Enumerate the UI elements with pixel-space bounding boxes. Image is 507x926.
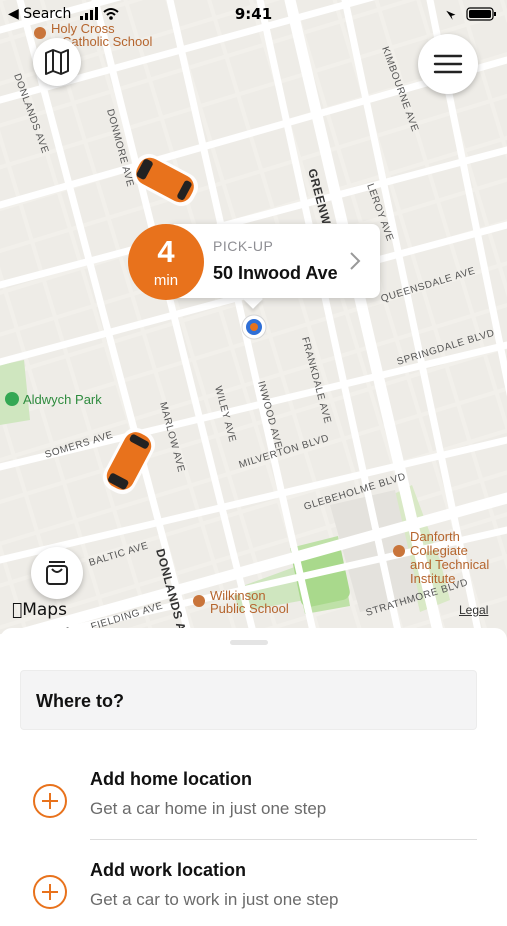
status-time: 9:41 <box>234 5 273 23</box>
map-view[interactable]: DONLANDS AVE KIMBOURNE AVEDONMORE AVEGREE… <box>0 0 507 640</box>
place-danforth-line2: Collegiate <box>410 543 468 558</box>
battery-icon <box>443 6 499 25</box>
bottom-sheet: Where to? Add home location Get a car ho… <box>0 628 507 909</box>
shopping-bag-button[interactable] <box>31 547 83 599</box>
row-divider <box>90 839 477 840</box>
add-work-title: Add work location <box>90 860 247 880</box>
eta-unit: min <box>153 272 179 289</box>
add-home-subtitle: Get a car home in just one step <box>90 799 327 818</box>
where-to-placeholder: Where to? <box>36 691 124 711</box>
place-danforth-line3: and Technical <box>410 557 489 572</box>
add-circle-icon <box>33 875 67 909</box>
where-to-field[interactable]: Where to? <box>20 670 477 730</box>
eta-badge: 4 min <box>128 224 204 300</box>
eta-value: 4 <box>157 234 175 269</box>
add-home-location-row[interactable]: Add home location Get a car home in just… <box>0 755 507 835</box>
map-view-button[interactable] <box>33 38 81 86</box>
place-danforth-line4: Institute <box>410 571 456 586</box>
add-work-subtitle: Get a car to work in just one step <box>90 890 339 909</box>
pickup-callout[interactable]: 4 min PICK-UP 50 Inwood Ave <box>128 224 380 309</box>
hamburger-icon <box>433 54 463 74</box>
pickup-address: 50 Inwood Ave <box>213 263 338 283</box>
add-circle-icon <box>33 784 67 818</box>
place-danforth-line1: Danforth <box>410 529 460 544</box>
add-work-location-row[interactable]: Add work location Get a car to work in j… <box>0 846 507 926</box>
legal-link[interactable]: Legal <box>459 603 488 617</box>
place-aldwych-park[interactable]: Aldwych Park <box>23 392 102 407</box>
place-wilkinson-line2: Public School <box>210 601 289 616</box>
add-home-title: Add home location <box>90 769 252 789</box>
maps-logo: Maps <box>12 600 67 620</box>
pickup-label: PICK-UP <box>213 238 274 254</box>
sheet-grabber[interactable] <box>230 640 268 645</box>
menu-button[interactable] <box>418 34 478 94</box>
shopping-bag-icon <box>46 561 68 585</box>
status-bar: ◀ Search 9:41 <box>0 0 507 28</box>
map-icon <box>45 49 69 75</box>
chevron-right-icon <box>350 252 361 270</box>
